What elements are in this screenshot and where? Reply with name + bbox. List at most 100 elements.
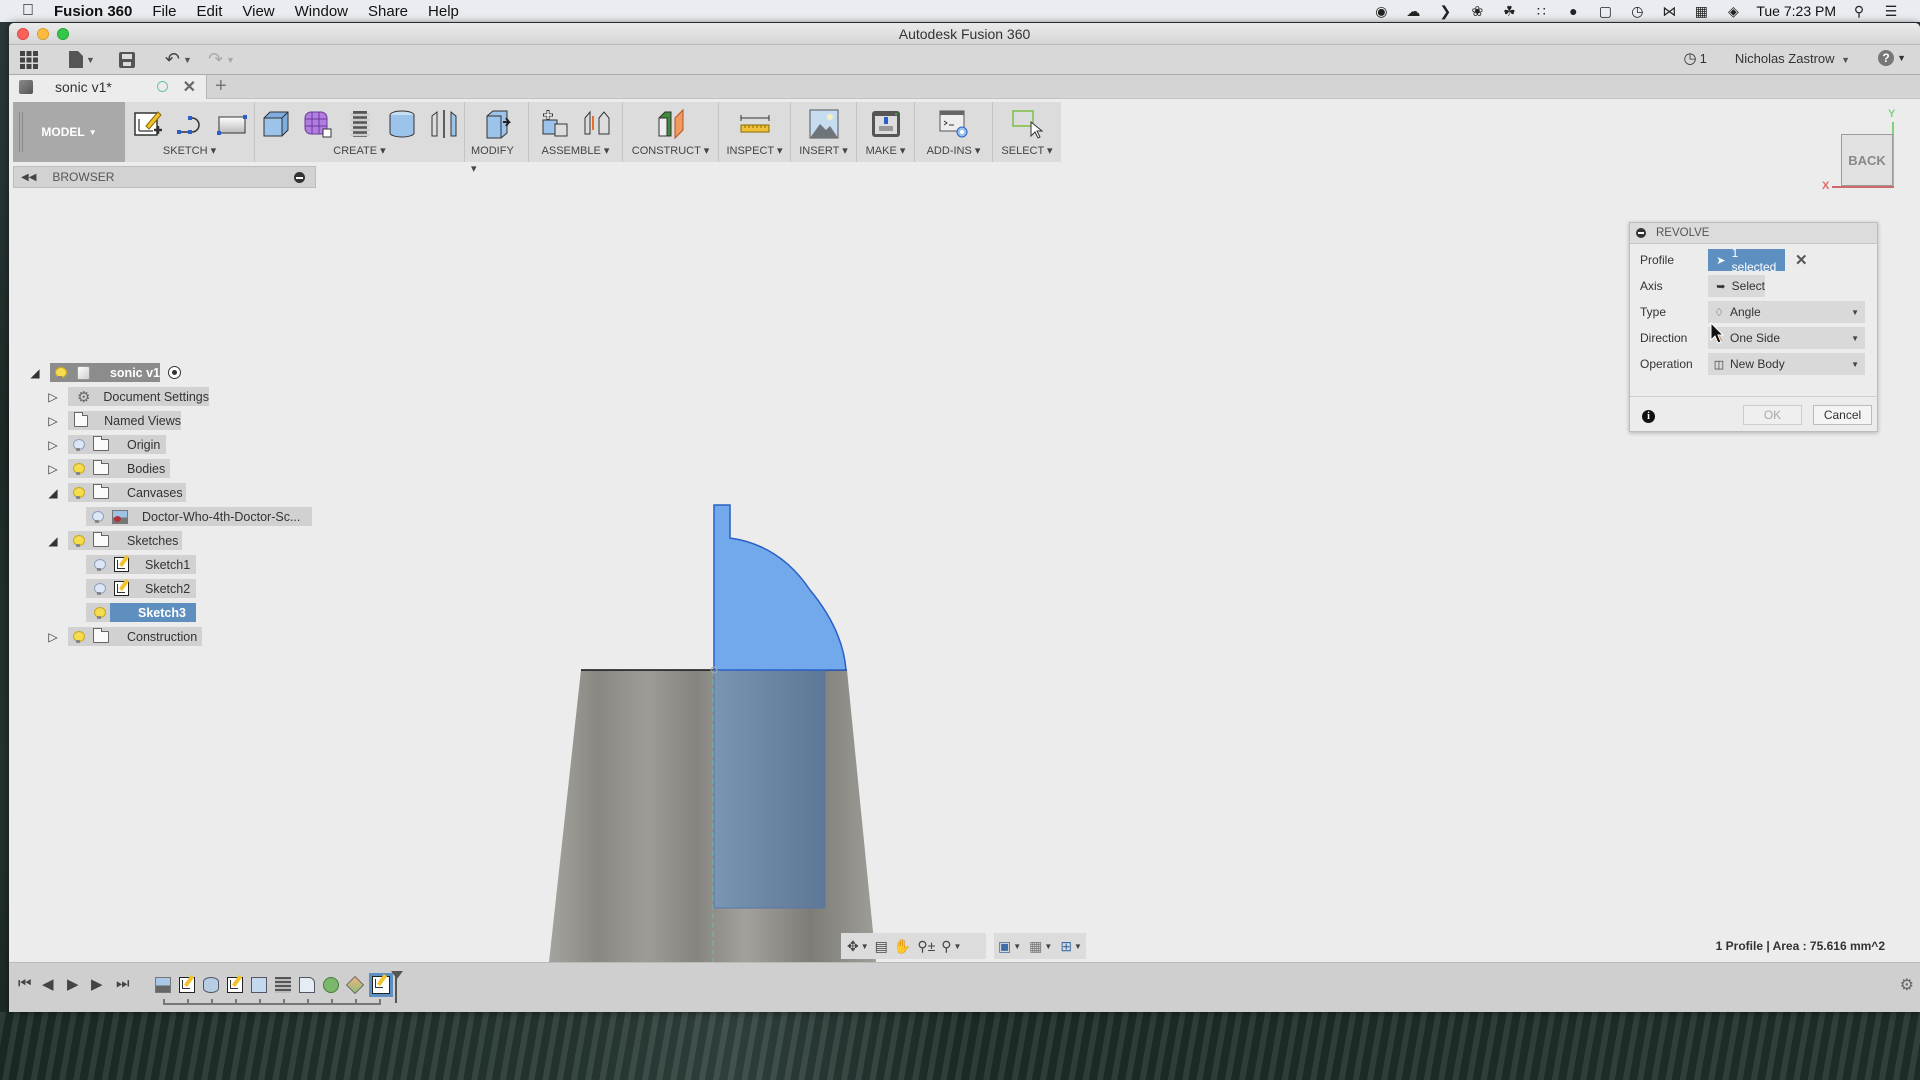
sketch-feature-icon-current[interactable] <box>369 973 393 997</box>
select-menu[interactable]: SELECT ▾ <box>1001 142 1052 160</box>
menu-help[interactable]: Help <box>428 3 459 20</box>
timeline-settings-gear-icon[interactable]: ⚙ <box>1900 975 1914 995</box>
spotlight-icon[interactable]: ⚲ <box>1850 3 1868 19</box>
look-at-button[interactable]: ▤ <box>875 938 888 955</box>
viewcube[interactable]: Y X BACK <box>1800 108 1900 192</box>
tree-item-document-settings-row[interactable]: ⚙ Document Settings <box>68 387 209 406</box>
workspace-switcher[interactable]: MODEL ▼ <box>13 102 125 162</box>
close-tab-button[interactable]: ✕ <box>183 77 196 97</box>
fillet-feature-icon[interactable] <box>299 977 315 993</box>
notification-icon[interactable]: ☰ <box>1882 3 1900 19</box>
user-account-menu[interactable]: Nicholas Zastrow ▼ <box>1735 51 1850 66</box>
3d-print-icon[interactable] <box>870 108 902 140</box>
sketch-menu[interactable]: SKETCH ▾ <box>163 142 216 160</box>
bluetooth-icon[interactable]: ⋈ <box>1660 3 1678 19</box>
rectangle-icon[interactable] <box>216 108 248 140</box>
expand-triangle-icon[interactable]: ▷ <box>46 630 60 644</box>
collapse-browser-button[interactable]: ◀◀ <box>21 172 36 183</box>
joint-icon[interactable] <box>581 108 613 140</box>
document-tab[interactable]: sonic v1* ✕ <box>9 75 207 99</box>
orbit-button[interactable]: ✥ ▼ <box>847 938 869 955</box>
inspect-menu[interactable]: INSPECT ▾ <box>726 142 782 160</box>
undo-button[interactable]: ↶ ▼ <box>165 48 192 72</box>
tree-root-item[interactable]: sonic v1 <box>50 363 160 382</box>
insert-menu[interactable]: INSERT ▾ <box>799 142 848 160</box>
tree-item-bodies-row[interactable]: Bodies <box>68 459 170 478</box>
chevron-right-icon[interactable]: ❯ <box>1436 3 1454 19</box>
play-button[interactable]: ▶ <box>67 975 79 993</box>
job-status-button[interactable]: ◷ 1 <box>1684 49 1707 67</box>
fit-button[interactable]: ⚲ ▼ <box>941 938 961 955</box>
create-menu[interactable]: CREATE ▾ <box>333 142 385 160</box>
viewcube-face-back[interactable]: BACK <box>1841 134 1893 186</box>
new-component-icon[interactable] <box>539 108 571 140</box>
collapse-triangle-icon[interactable]: ◢ <box>46 486 60 500</box>
viewports-button[interactable]: ⊞ ▼ <box>1060 938 1082 955</box>
menu-share[interactable]: Share <box>368 3 408 20</box>
timeline-track[interactable] <box>163 999 381 1005</box>
redo-button[interactable]: ↷ ▼ <box>208 48 235 72</box>
clear-selection-button[interactable]: ✕ <box>1795 251 1808 269</box>
revolve-feature-icon[interactable] <box>203 977 219 993</box>
make-menu[interactable]: MAKE ▾ <box>866 142 906 160</box>
calendar-icon[interactable]: ▦ <box>1692 3 1710 19</box>
info-icon[interactable]: i <box>1642 410 1655 423</box>
visibility-bulb-off-icon[interactable] <box>94 558 106 571</box>
scripts-icon[interactable] <box>938 108 970 140</box>
display-icon[interactable]: ▢ <box>1596 3 1614 19</box>
creative-cloud-icon[interactable]: ❀ <box>1468 3 1486 19</box>
type-dropdown[interactable]: ♢ Angle ▼ <box>1708 301 1865 323</box>
menu-window[interactable]: Window <box>295 3 348 20</box>
wifi-icon[interactable]: ◈ <box>1724 3 1742 19</box>
dots-icon[interactable]: ∷ <box>1532 3 1550 19</box>
record-icon[interactable]: ◉ <box>1372 3 1390 19</box>
grid-settings-button[interactable]: ▦ ▼ <box>1029 938 1052 955</box>
menubar-clock[interactable]: Tue 7:23 PM <box>1756 3 1836 19</box>
timeline-marker-handle[interactable] <box>391 971 403 1003</box>
cloud-upload-icon[interactable]: ☁ <box>1404 3 1422 19</box>
measure-icon[interactable] <box>739 108 771 140</box>
tree-item-canvas-image-row[interactable]: Doctor-Who-4th-Doctor-Sc... <box>86 507 312 526</box>
go-to-start-button[interactable]: ⏮ <box>18 975 32 992</box>
box-icon[interactable] <box>260 108 292 140</box>
display-settings-button[interactable]: ▣ ▼ <box>998 938 1021 955</box>
visibility-bulb-off-icon[interactable] <box>92 510 104 523</box>
visibility-bulb-icon[interactable] <box>73 630 85 643</box>
sketch-feature-icon[interactable] <box>179 977 195 993</box>
coil-feature-icon[interactable] <box>275 977 291 993</box>
cancel-button[interactable]: Cancel <box>1813 405 1872 425</box>
direction-dropdown[interactable]: ▲ One Side ▼ <box>1708 327 1865 349</box>
go-to-end-button[interactable]: ⏭ <box>116 975 130 992</box>
file-menu-button[interactable]: ▼ <box>69 48 95 72</box>
visibility-bulb-icon[interactable] <box>73 534 85 547</box>
pan-button[interactable]: ✋ <box>894 938 911 955</box>
addins-menu[interactable]: ADD-INS ▾ <box>927 142 981 160</box>
tree-item-canvases-row[interactable]: Canvases <box>68 483 186 502</box>
assemble-menu[interactable]: ASSEMBLE ▾ <box>542 142 610 160</box>
sweep-feature-icon[interactable] <box>323 977 339 993</box>
time-machine-icon[interactable]: ◷ <box>1628 3 1646 19</box>
save-button[interactable] <box>118 48 135 72</box>
modify-menu[interactable]: MODIFY ▾ <box>471 142 522 175</box>
ok-button[interactable]: OK <box>1743 405 1802 425</box>
ghost-icon[interactable]: ☘ <box>1500 3 1518 19</box>
profile-selector[interactable]: ➤ 1 selected <box>1708 246 1785 274</box>
tree-item-named-views-row[interactable]: Named Views <box>68 411 181 430</box>
t-spline-form-icon[interactable] <box>302 108 334 140</box>
canvas-feature-icon[interactable] <box>155 977 171 993</box>
operation-dropdown[interactable]: ◫ New Body ▼ <box>1708 353 1865 375</box>
menu-view[interactable]: View <box>242 3 274 20</box>
menu-file[interactable]: File <box>152 3 176 20</box>
tree-item-construction-row[interactable]: Construction <box>68 627 202 646</box>
construct-menu[interactable]: CONSTRUCT ▾ <box>632 142 709 160</box>
tree-item-sketches-row[interactable]: Sketches <box>68 531 182 550</box>
sketch-feature-icon[interactable] <box>227 977 243 993</box>
insert-image-icon[interactable] <box>808 108 840 140</box>
expand-triangle-icon[interactable]: ▷ <box>46 414 60 428</box>
mirror-icon[interactable] <box>428 108 460 140</box>
visibility-bulb-icon[interactable] <box>55 366 67 379</box>
browser-minimize-button[interactable] <box>294 172 305 183</box>
extrude-feature-icon[interactable] <box>251 977 267 993</box>
axis-selector[interactable]: ➥ Select <box>1708 275 1765 297</box>
spline-icon[interactable] <box>174 108 206 140</box>
